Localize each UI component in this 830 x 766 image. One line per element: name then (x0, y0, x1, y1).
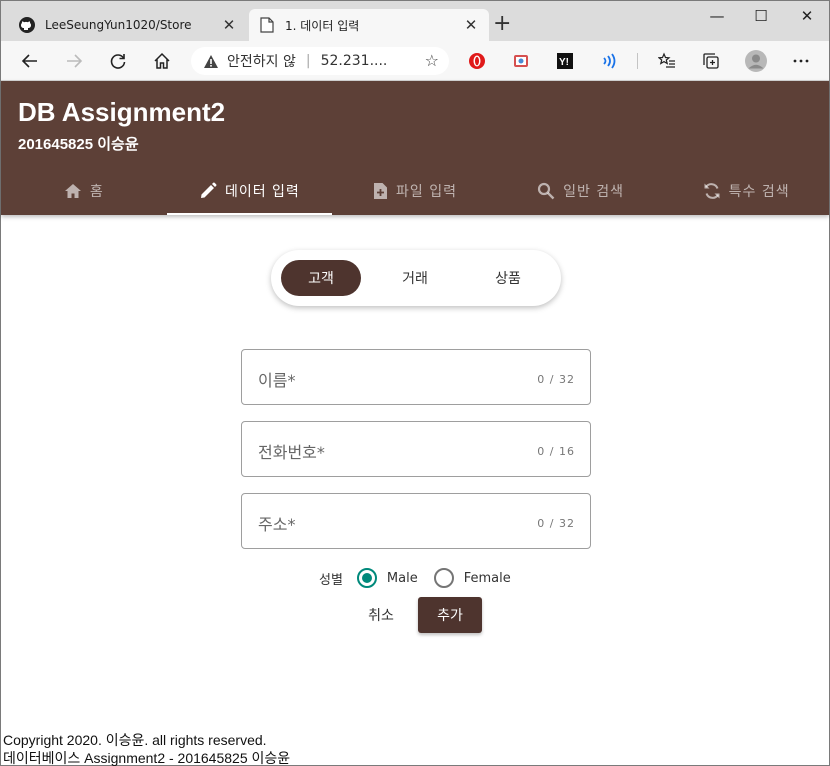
forward-button[interactable] (63, 50, 85, 72)
browser-tab-github[interactable]: LeeSeungYun1020/Store ✕ (9, 9, 247, 41)
gender-radio-group: 성별 Male Female (319, 565, 511, 591)
tab-data-input[interactable]: 데이터 입력 (166, 167, 333, 215)
new-tab-button[interactable]: + (493, 13, 511, 35)
entity-type-toggle: 고객 거래 상품 (271, 250, 561, 306)
profile-avatar-icon[interactable] (744, 49, 768, 73)
favorites-list-icon[interactable] (657, 51, 677, 71)
back-button[interactable] (19, 50, 41, 72)
tab-label: 특수 검색 (728, 184, 790, 200)
browser-tab-title: LeeSeungYun1020/Store (45, 18, 192, 32)
tab-label: 홈 (89, 184, 104, 200)
name-field-label: 이름* (258, 371, 296, 390)
toggle-product[interactable]: 상품 (468, 260, 548, 296)
page-icon (259, 17, 275, 33)
phone-field-label: 전화번호* (258, 443, 325, 462)
browser-toolbar: 안전하지 않 | 52.231.... ☆ Y! (1, 41, 829, 81)
toggle-customer[interactable]: 고객 (281, 260, 361, 296)
name-field[interactable]: 이름* 0 / 32 (241, 349, 591, 405)
maximize-button[interactable]: ☐ (751, 7, 771, 25)
back-arrow-icon (21, 54, 37, 68)
security-status-text: 안전하지 않 (227, 54, 296, 70)
page-footer: Copyright 2020. 이승윤. all rights reserved… (3, 731, 290, 766)
tab-close-icon[interactable]: ✕ (463, 16, 479, 34)
toolbar-divider (637, 53, 638, 69)
browser-tab-bar: LeeSeungYun1020/Store ✕ 1. 데이터 입력 ✕ + — … (1, 1, 829, 41)
url-text: 52.231.... (320, 53, 388, 69)
nav-tabs: 홈 데이터 입력 파일 입력 일반 검색 특수 검색 (1, 167, 829, 215)
browser-tab-data-input[interactable]: 1. 데이터 입력 ✕ (249, 9, 489, 41)
opera-extension-icon[interactable] (467, 51, 487, 71)
footer-copyright: Copyright 2020. 이승윤. all rights reserved… (3, 732, 267, 748)
phone-char-counter: 0 / 16 (537, 445, 575, 458)
svg-text:Y!: Y! (559, 57, 569, 68)
close-window-button[interactable]: ✕ (797, 7, 817, 25)
pencil-icon (200, 182, 217, 198)
github-icon (19, 17, 35, 33)
warning-icon (203, 54, 219, 69)
home-icon (64, 184, 81, 198)
phone-field[interactable]: 전화번호* 0 / 16 (241, 421, 591, 477)
gender-female-radio[interactable] (433, 568, 454, 588)
tab-label: 데이터 입력 (224, 184, 300, 200)
cancel-button[interactable]: 취소 (359, 597, 403, 633)
tab-home[interactable]: 홈 (1, 167, 167, 215)
add-button[interactable]: 추가 (418, 597, 482, 633)
browser-tab-title: 1. 데이터 입력 (285, 18, 360, 33)
gender-male-radio[interactable] (356, 568, 377, 588)
footer-credit: 데이터베이스 Assignment2 - 201645825 이승윤 (3, 750, 291, 766)
gender-female-label[interactable]: Female (464, 571, 511, 586)
app-subtitle: 201645825 이승윤 (18, 136, 139, 153)
more-options-icon[interactable] (791, 51, 811, 71)
address-bar[interactable]: 안전하지 않 | 52.231.... ☆ (191, 47, 449, 75)
tab-search[interactable]: 일반 검색 (498, 167, 664, 215)
address-field[interactable]: 주소* 0 / 32 (241, 493, 591, 549)
home-outline-icon (154, 52, 170, 69)
yes24-extension-icon[interactable]: Y! (555, 51, 575, 71)
name-char-counter: 0 / 32 (537, 373, 575, 386)
address-separator: | (305, 53, 311, 69)
tab-label: 파일 입력 (395, 184, 457, 200)
home-button[interactable] (151, 50, 173, 72)
toggle-transaction[interactable]: 거래 (375, 260, 455, 296)
refresh-button[interactable] (107, 50, 129, 72)
app-header: DB Assignment2 201645825 이승윤 홈 데이터 입력 파일… (1, 81, 829, 215)
favorite-star-icon[interactable]: ☆ (425, 51, 439, 70)
file-add-icon (373, 183, 387, 199)
address-field-label: 주소* (258, 515, 296, 534)
forward-arrow-icon (67, 54, 83, 68)
tab-file-input[interactable]: 파일 입력 (332, 167, 498, 215)
gender-male-label[interactable]: Male (387, 571, 418, 586)
collections-icon[interactable] (701, 51, 721, 71)
tab-label: 일반 검색 (563, 184, 625, 200)
minimize-button[interactable]: — (707, 7, 727, 25)
tab-close-icon[interactable]: ✕ (221, 16, 237, 34)
screenshot-extension-icon[interactable] (511, 51, 531, 71)
app-title: DB Assignment2 (18, 97, 226, 127)
gender-label: 성별 (319, 572, 343, 588)
address-char-counter: 0 / 32 (537, 517, 575, 530)
search-icon (537, 182, 555, 200)
tab-special-search[interactable]: 특수 검색 (663, 167, 829, 215)
reload-icon (110, 54, 126, 69)
refresh-icon (704, 183, 720, 199)
read-aloud-extension-icon[interactable] (599, 51, 619, 71)
